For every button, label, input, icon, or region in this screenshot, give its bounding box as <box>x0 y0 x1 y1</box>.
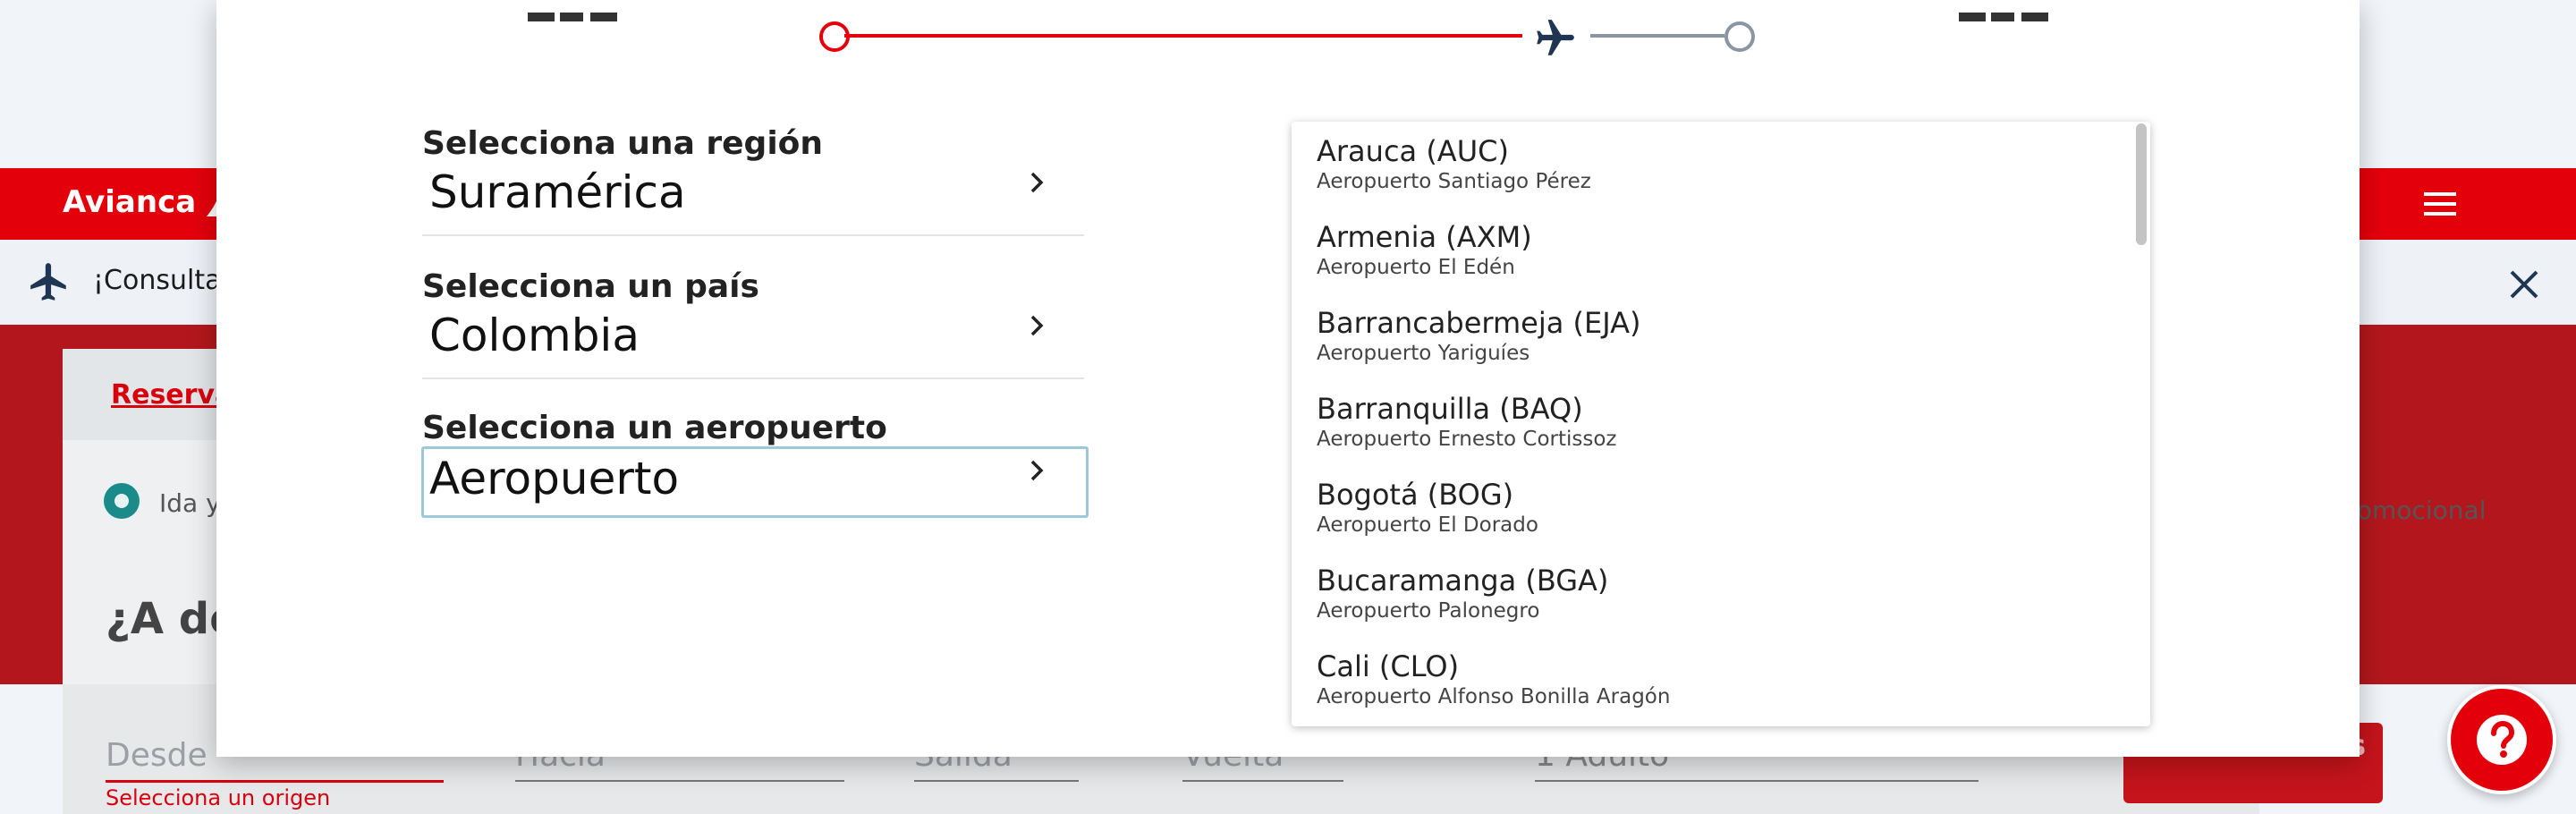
progress-destination-dot <box>1724 21 1755 52</box>
desde-underline <box>106 780 444 783</box>
chevron-right-icon[interactable] <box>1020 453 1055 488</box>
progress-line-pending <box>1590 34 1724 38</box>
airport-option-city: Armenia (AXM) <box>1317 220 1532 254</box>
origin-placeholder-dash <box>590 13 617 21</box>
salida-underline <box>914 780 1079 782</box>
avianca-logo[interactable]: Avianca <box>63 182 241 222</box>
airport-option-name: Aeropuerto El Edén <box>1317 256 1515 279</box>
airplane-icon <box>1537 20 1574 55</box>
airport-dropdown-list: Arauca (AUC) Aeropuerto Santiago Pérez A… <box>1292 122 2150 726</box>
airport-option-city: Cali (CLO) <box>1317 649 1460 683</box>
airport-option-city: Barranquilla (BAQ) <box>1317 392 1583 426</box>
progress-line-completed <box>844 34 1522 38</box>
passengers-underline <box>1535 780 1979 782</box>
airport-option-city: Bucaramanga (BGA) <box>1317 564 1609 598</box>
airplane-icon <box>30 263 66 301</box>
airport-option[interactable]: Cali (CLO) Aeropuerto Alfonso Bonilla Ar… <box>1317 649 1670 708</box>
airport-option-name: Aeropuerto Ernesto Cortissoz <box>1317 428 1617 451</box>
trip-type-radio-dot <box>114 494 129 508</box>
country-label: Selecciona un país <box>422 268 759 305</box>
destination-placeholder-dash <box>1991 13 2014 21</box>
airport-option-name: Aeropuerto Yariguíes <box>1317 342 1530 365</box>
desde-error-message: Selecciona un origen <box>106 785 331 810</box>
origin-placeholder-dash <box>528 13 555 21</box>
desde-field[interactable]: Desde <box>106 737 208 774</box>
region-label: Selecciona una región <box>422 125 824 162</box>
trip-type-label: Ida y <box>159 488 221 518</box>
destination-placeholder-dash <box>1959 13 1986 21</box>
airport-option[interactable]: Bucaramanga (BGA) Aeropuerto Palonegro <box>1317 564 1608 623</box>
airport-option-name: Aeropuerto Santiago Pérez <box>1317 170 1591 193</box>
airport-option-name: Aeropuerto El Dorado <box>1317 513 1538 537</box>
help-button[interactable] <box>2447 685 2556 794</box>
region-select[interactable]: Suramérica <box>429 166 686 218</box>
airport-option-city: Arauca (AUC) <box>1317 134 1509 168</box>
logo-text: Avianca <box>63 184 197 220</box>
chevron-right-icon[interactable] <box>1020 165 1055 200</box>
airport-label: Selecciona un aeropuerto <box>422 410 887 446</box>
airport-option[interactable]: Barrancabermeja (EJA) Aeropuerto Yariguí… <box>1317 306 1640 365</box>
promo-code-label[interactable]: romocional <box>2347 496 2486 525</box>
origin-placeholder-dash <box>560 13 583 21</box>
vuelta-underline <box>1182 780 1343 782</box>
airport-input[interactable]: Aeropuerto <box>429 453 679 505</box>
hacia-underline <box>515 780 844 782</box>
airport-option[interactable]: Bogotá (BOG) Aeropuerto El Dorado <box>1317 478 1538 537</box>
chevron-right-icon[interactable] <box>1020 308 1055 343</box>
country-select[interactable]: Colombia <box>429 309 640 361</box>
airport-option-name: Aeropuerto Alfonso Bonilla Aragón <box>1317 685 1671 708</box>
destination-placeholder-dash <box>2021 13 2048 21</box>
tab-reserva[interactable]: Reserva <box>111 379 233 411</box>
airport-option[interactable]: Arauca (AUC) Aeropuerto Santiago Pérez <box>1317 134 1591 193</box>
airport-option-name: Aeropuerto Palonegro <box>1317 599 1540 623</box>
close-icon[interactable] <box>2504 265 2544 304</box>
region-underline <box>422 234 1084 236</box>
airport-option[interactable]: Armenia (AXM) Aeropuerto El Edén <box>1317 220 1532 279</box>
question-mark-icon <box>2477 715 2527 765</box>
hamburger-menu-icon[interactable] <box>2420 184 2460 224</box>
notice-text: ¡Consulta <box>93 265 222 296</box>
airport-option[interactable]: Barranquilla (BAQ) Aeropuerto Ernesto Co… <box>1317 392 1617 451</box>
country-underline <box>422 377 1084 379</box>
airport-option-city: Barrancabermeja (EJA) <box>1317 306 1641 340</box>
dropdown-scrollbar[interactable] <box>2136 123 2147 245</box>
airport-option-city: Bogotá (BOG) <box>1317 478 1514 512</box>
